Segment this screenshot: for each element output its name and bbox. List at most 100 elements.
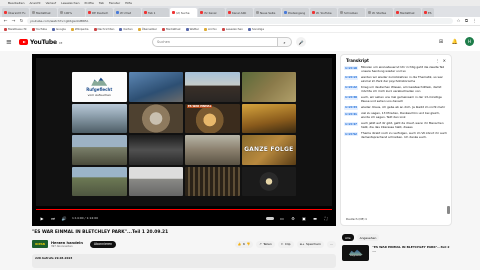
thumbnail-image	[128, 103, 183, 133]
create-video-icon[interactable]: ⊞	[437, 38, 445, 46]
transcript-segment[interactable]: 1:13:30 euch, wir sehen uns mal gemeinsam…	[344, 95, 448, 104]
bookmark[interactable]: Lesezeichen	[221, 27, 243, 31]
miniplayer-icon[interactable]: ▣	[301, 216, 307, 221]
avatar[interactable]: H	[465, 37, 474, 46]
address-bar[interactable]: youtube.com/watch?v=g0Xgw4nMREA	[27, 18, 453, 24]
autoplay-toggle[interactable]	[266, 216, 274, 220]
browser-tab[interactable]: ES	[422, 8, 434, 17]
bookmark-icon	[70, 27, 74, 31]
bookmark[interactable]: Übersetzer	[137, 27, 157, 31]
video-title: "ES WAR EINMAL IN BLETCHLEY PARK"...Teil…	[32, 230, 169, 235]
browser-tab-active[interactable]: (2) Suche	[170, 8, 197, 17]
transcript-segment[interactable]: 1:13:13 werden wir wieder zurückkehren in…	[344, 75, 448, 84]
browser-tab[interactable]: Posteingang	[282, 8, 309, 17]
transcript-segment[interactable]: 1:13:10 Münzen um einzusteuernd Uhr richt…	[344, 65, 448, 74]
fullscreen-icon[interactable]: ⛶	[323, 216, 329, 221]
transcript-scrollbar[interactable]	[447, 206, 450, 214]
chip-all[interactable]: Alle	[342, 234, 354, 241]
transcript-language-select[interactable]: Deutsch (DE) ▾	[346, 217, 367, 221]
bookmark[interactable]: Nachrichten	[93, 27, 114, 31]
os-menu-item[interactable]: Ansicht	[29, 1, 40, 5]
clip-button[interactable]: ✂ Clip	[277, 240, 294, 248]
extensions-icon[interactable]: ⧉	[464, 19, 469, 24]
share-button[interactable]: ↗ Teilen	[256, 240, 275, 248]
bookmark[interactable]: Meistbesucht	[4, 27, 27, 31]
description-box[interactable]: 220 Aufrufe 29.04.2023	[32, 254, 336, 268]
youtube-play-icon	[19, 39, 28, 45]
search-input[interactable]: Suchen	[152, 37, 278, 47]
browser-tab[interactable]: Tab 1	[142, 8, 169, 17]
star-icon[interactable]: ☆	[456, 19, 461, 24]
thumbnail-image	[185, 135, 240, 165]
like-button[interactable]: 👍 6 👎	[234, 240, 254, 248]
recommended-video[interactable]: Rufgeflecht "ES WAR EINMAL IN BLETCHLEY …	[342, 245, 452, 261]
bookmark[interactable]: Mediathek	[162, 27, 181, 31]
subscribe-button[interactable]: Abonnieren	[89, 240, 117, 248]
bookmark[interactable]: YouTube	[31, 27, 47, 31]
transcript-segment[interactable]: 1:13:22 Krieg um deutschen Wissen, am Gei…	[344, 85, 448, 94]
tab-label: Tab 1	[148, 10, 156, 15]
more-vertical-icon[interactable]: ⋮	[436, 58, 440, 63]
notifications-bell-icon[interactable]: 🔔	[451, 38, 459, 46]
transcript-list: 1:13:10 Münzen um einzusteuernd Uhr richt…	[341, 65, 451, 140]
browser-tab[interactable]: Neue Seite	[254, 8, 281, 17]
save-button[interactable]: ≡+ Speichern	[296, 240, 324, 248]
browser-tab[interactable]: W. Startse	[366, 8, 393, 17]
os-menu-item[interactable]: Tab	[99, 1, 104, 5]
microphone-icon[interactable]: 🎤	[296, 37, 306, 47]
browser-tab[interactable]: Ihr Kanal	[198, 8, 225, 17]
menu-icon[interactable]: ⋮	[472, 19, 477, 24]
browser-tab[interactable]: Kanal AKK	[226, 8, 253, 17]
volume-icon[interactable]: 🔊	[61, 216, 67, 221]
hamburger-menu-icon[interactable]: ≡	[6, 38, 16, 46]
browser-tab[interactable]: DE Deutsch	[86, 8, 113, 17]
back-arrow-icon[interactable]: ←	[3, 19, 8, 24]
os-menu-item[interactable]: Lesezeichen	[61, 1, 79, 5]
os-menu-item[interactable]: Hilfe	[125, 1, 132, 5]
bookmark[interactable]: Sonstige	[247, 27, 264, 31]
share-label: Teilen	[263, 242, 272, 246]
forward-arrow-icon[interactable]: →	[11, 19, 16, 24]
transcript-segment[interactable]: 1:13:47 auch jetzt auf dir gibt, geht da …	[344, 122, 448, 130]
browser-tab[interactable]: W Umst	[114, 8, 141, 17]
transcript-segment[interactable]: 1:13:33 wieder. Klaus, ich gebe ab an dic…	[344, 105, 448, 110]
browser-tab[interactable]: 100%	[58, 8, 85, 17]
transcript-segment[interactable]: 1:13:41 viel zu sagen, 13 Minuten, Dankes…	[344, 112, 448, 120]
bookmark-label: Wetter	[189, 27, 200, 31]
close-icon[interactable]: ✕	[443, 58, 446, 63]
browser-tab[interactable]: W. YouTube	[310, 8, 337, 17]
subtitles-icon[interactable]: ▭	[279, 216, 285, 221]
bookmark[interactable]: Wetter	[185, 27, 200, 31]
chip-watched[interactable]: Angesehen	[356, 234, 380, 241]
transcript-segment[interactable]: 1:13:52 Thema direkt noch zu verfolgen, a…	[344, 131, 448, 140]
os-menu-item[interactable]: Verlauf	[46, 1, 57, 5]
channel-logo[interactable]: OCEAN	[32, 240, 48, 248]
youtube-logo[interactable]: YouTube DE	[19, 39, 62, 46]
video-actions: 👍 6 👎 ↗ Teilen ✂ Clip ≡+ Speichern ⋯	[234, 240, 336, 248]
search-button[interactable]: ⌕	[278, 37, 292, 47]
reload-icon[interactable]: ↻	[19, 19, 24, 24]
video-player[interactable]: Rufgeflecht vom Aufsuchen ES WAR EINMAL …	[32, 54, 336, 226]
os-menu-item[interactable]: Profile	[85, 1, 94, 5]
os-menu-item[interactable]: Bearbeiten	[8, 1, 24, 5]
play-icon[interactable]: ▶	[39, 216, 45, 221]
bookmark[interactable]: Google	[51, 27, 66, 31]
next-icon[interactable]: ⏭	[50, 216, 56, 221]
browser-tab[interactable]: Mediathek	[30, 8, 57, 17]
bookmark[interactable]: Archiv	[204, 27, 217, 31]
segment-text: auch jetzt auf dir gibt, geht da drauf, …	[360, 121, 444, 130]
os-menu-item[interactable]: Fenster	[109, 1, 120, 5]
globe-icon	[60, 11, 63, 14]
channel-logo-text: OCEAN	[35, 242, 45, 246]
browser-tab[interactable]: Mediathek	[394, 8, 421, 17]
more-actions-button[interactable]: ⋯	[327, 240, 336, 248]
settings-gear-icon[interactable]: ⚙	[290, 216, 296, 221]
bookmark[interactable]: Karten	[119, 27, 133, 31]
progress-bar[interactable]	[36, 209, 332, 210]
browser-tab[interactable]: Schreiben	[338, 8, 365, 17]
theater-mode-icon[interactable]: ▬	[312, 216, 318, 221]
browser-tab[interactable]: Übersicht Fu	[2, 8, 29, 17]
bookmark[interactable]: Wikipedia	[70, 27, 89, 31]
thumbs-down-icon[interactable]: 👎	[246, 242, 250, 246]
bookmark-icon	[93, 27, 97, 31]
